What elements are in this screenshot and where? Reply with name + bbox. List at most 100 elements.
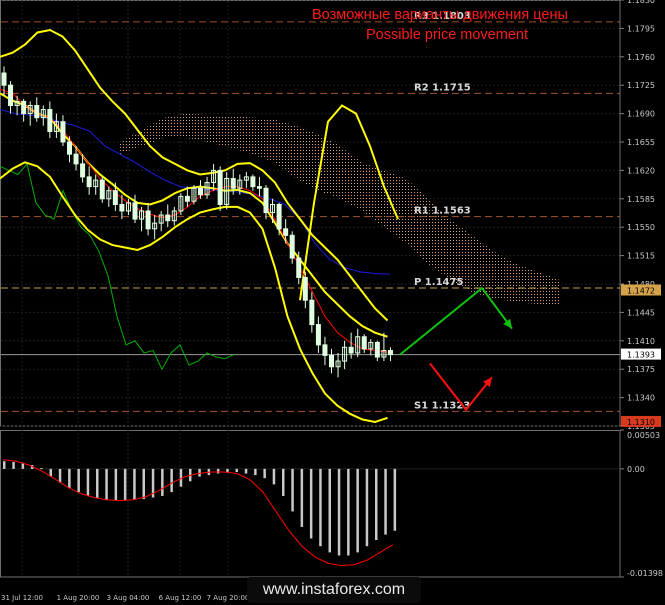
y-tick-label: 1.1795: [627, 24, 655, 33]
y-tick-label: 1.1760: [627, 53, 655, 62]
macd-histogram-bar: [272, 468, 276, 485]
price-tag-label: 1.1310: [627, 418, 655, 427]
y-tick-label: 1.1550: [627, 223, 655, 232]
macd-histogram-bar: [68, 468, 71, 489]
candle-body: [119, 203, 125, 212]
candle-body: [73, 153, 79, 165]
macd-histogram-bar: [105, 468, 108, 500]
candle-body: [387, 350, 393, 356]
level-label-p: P 1.1475: [414, 277, 463, 288]
candle-body: [283, 228, 289, 236]
y-tick-label: 1.1410: [627, 337, 655, 346]
macd-signal-line: [2, 459, 394, 567]
main-frame: [0, 0, 621, 427]
candle-body: [112, 190, 118, 205]
macd-histogram-bar: [123, 468, 127, 501]
candle-body: [145, 210, 151, 230]
y-tick-label: 1.1340: [627, 394, 655, 403]
macd-histogram-bar: [300, 468, 304, 527]
macd-histogram-bar: [142, 468, 145, 500]
candle-body: [374, 341, 380, 358]
y-tick-label: 1.1445: [627, 308, 655, 317]
macd-histogram-bar: [393, 468, 397, 531]
osc-y-tick-label: 0.00: [627, 465, 645, 474]
y-tick-label: 1.1725: [627, 81, 655, 90]
macd-histogram-bar: [337, 468, 341, 556]
macd-histogram-bar: [365, 468, 369, 547]
candle-body: [60, 121, 66, 143]
x-tick-label: 3 Aug 04:00: [107, 594, 150, 602]
candle-body: [276, 203, 282, 230]
level-label-r1: R1 1.1563: [414, 206, 471, 217]
current-price-label: 1.1393: [627, 351, 655, 360]
x-tick-label: 1 Aug 20:00: [57, 594, 100, 602]
macd-histogram-bar: [384, 468, 387, 535]
x-tick-label: 7 Aug 20:00: [207, 594, 250, 602]
macd-histogram-bar: [114, 468, 118, 501]
price-tag-label: 1.1472: [627, 286, 655, 295]
x-tick-label: 31 Jul 12:00: [1, 594, 43, 602]
candle-body: [250, 176, 256, 188]
y-tick-label: 1.1620: [627, 166, 655, 175]
candle-body: [263, 187, 269, 214]
level-label-r2: R2 1.1715: [414, 82, 471, 93]
macd-histogram-bar: [328, 468, 331, 553]
candle-body: [302, 277, 308, 301]
macd-histogram-bar: [263, 468, 266, 479]
y-tick-label: 1.1375: [627, 365, 655, 374]
chart-title-english: Possible price movement: [366, 27, 528, 43]
macd-histogram-bar: [309, 468, 313, 539]
macd-histogram-bar: [3, 461, 6, 469]
macd-histogram-bar: [161, 468, 164, 496]
candle-body: [99, 179, 105, 200]
candle-body: [132, 202, 138, 220]
candle-body: [1, 72, 7, 86]
candle-body: [230, 178, 236, 189]
candle-body: [256, 186, 262, 189]
macd-histogram-bar: [96, 468, 99, 499]
macd-histogram-bar: [40, 468, 43, 470]
macd-histogram-bar: [282, 468, 285, 496]
macd-histogram-bar: [12, 461, 15, 469]
macd-histogram-bar: [356, 468, 359, 553]
candle-body: [322, 344, 328, 356]
y-tick-label: 1.1655: [627, 138, 655, 147]
candle-body: [348, 346, 354, 354]
macd-histogram-bar: [347, 468, 350, 556]
macd-histogram-bar: [133, 468, 136, 500]
macd-histogram-bar: [244, 468, 248, 474]
macd-histogram-bar: [319, 468, 322, 547]
candle-body: [21, 100, 27, 115]
y-tick-label: 1.1585: [627, 195, 655, 204]
candle-body: [329, 354, 334, 368]
macd-histogram-bar: [86, 468, 90, 496]
macd-histogram-bar: [216, 468, 220, 474]
macd-histogram-bar: [235, 468, 238, 472]
candle-body: [184, 195, 190, 202]
osc-y-tick-label: -0.01398: [627, 569, 663, 578]
candle-body: [165, 214, 171, 222]
candle-body: [47, 109, 53, 132]
y-tick-label: 1.1830: [627, 0, 655, 5]
candle-body: [67, 141, 72, 155]
y-tick-label: 1.1515: [627, 252, 655, 261]
osc-y-tick-label: 0.00503: [627, 431, 660, 440]
candle-body: [8, 84, 14, 106]
candle-body: [86, 176, 92, 188]
forex-chart: 1.1830 1.1795 1.1760 1.1725 1.1690 1.1655 1.16…: [0, 0, 663, 602]
candle-body: [309, 299, 315, 326]
candle-body: [315, 324, 321, 346]
candle-body: [198, 187, 203, 196]
candle-body: [289, 234, 295, 259]
watermark-link[interactable]: www.instaforex.com: [247, 577, 421, 603]
macd-histogram-bar: [254, 468, 257, 476]
macd-histogram-bar: [291, 468, 294, 512]
macd-histogram-bar: [375, 468, 378, 541]
candle-body: [296, 257, 302, 279]
macd-histogram-bar: [58, 468, 62, 483]
y-tick-label: 1.1690: [627, 110, 655, 119]
macd-histogram-bar: [170, 468, 173, 493]
candle-body: [80, 163, 86, 178]
candle-body: [361, 336, 367, 350]
candle-body: [34, 104, 40, 119]
